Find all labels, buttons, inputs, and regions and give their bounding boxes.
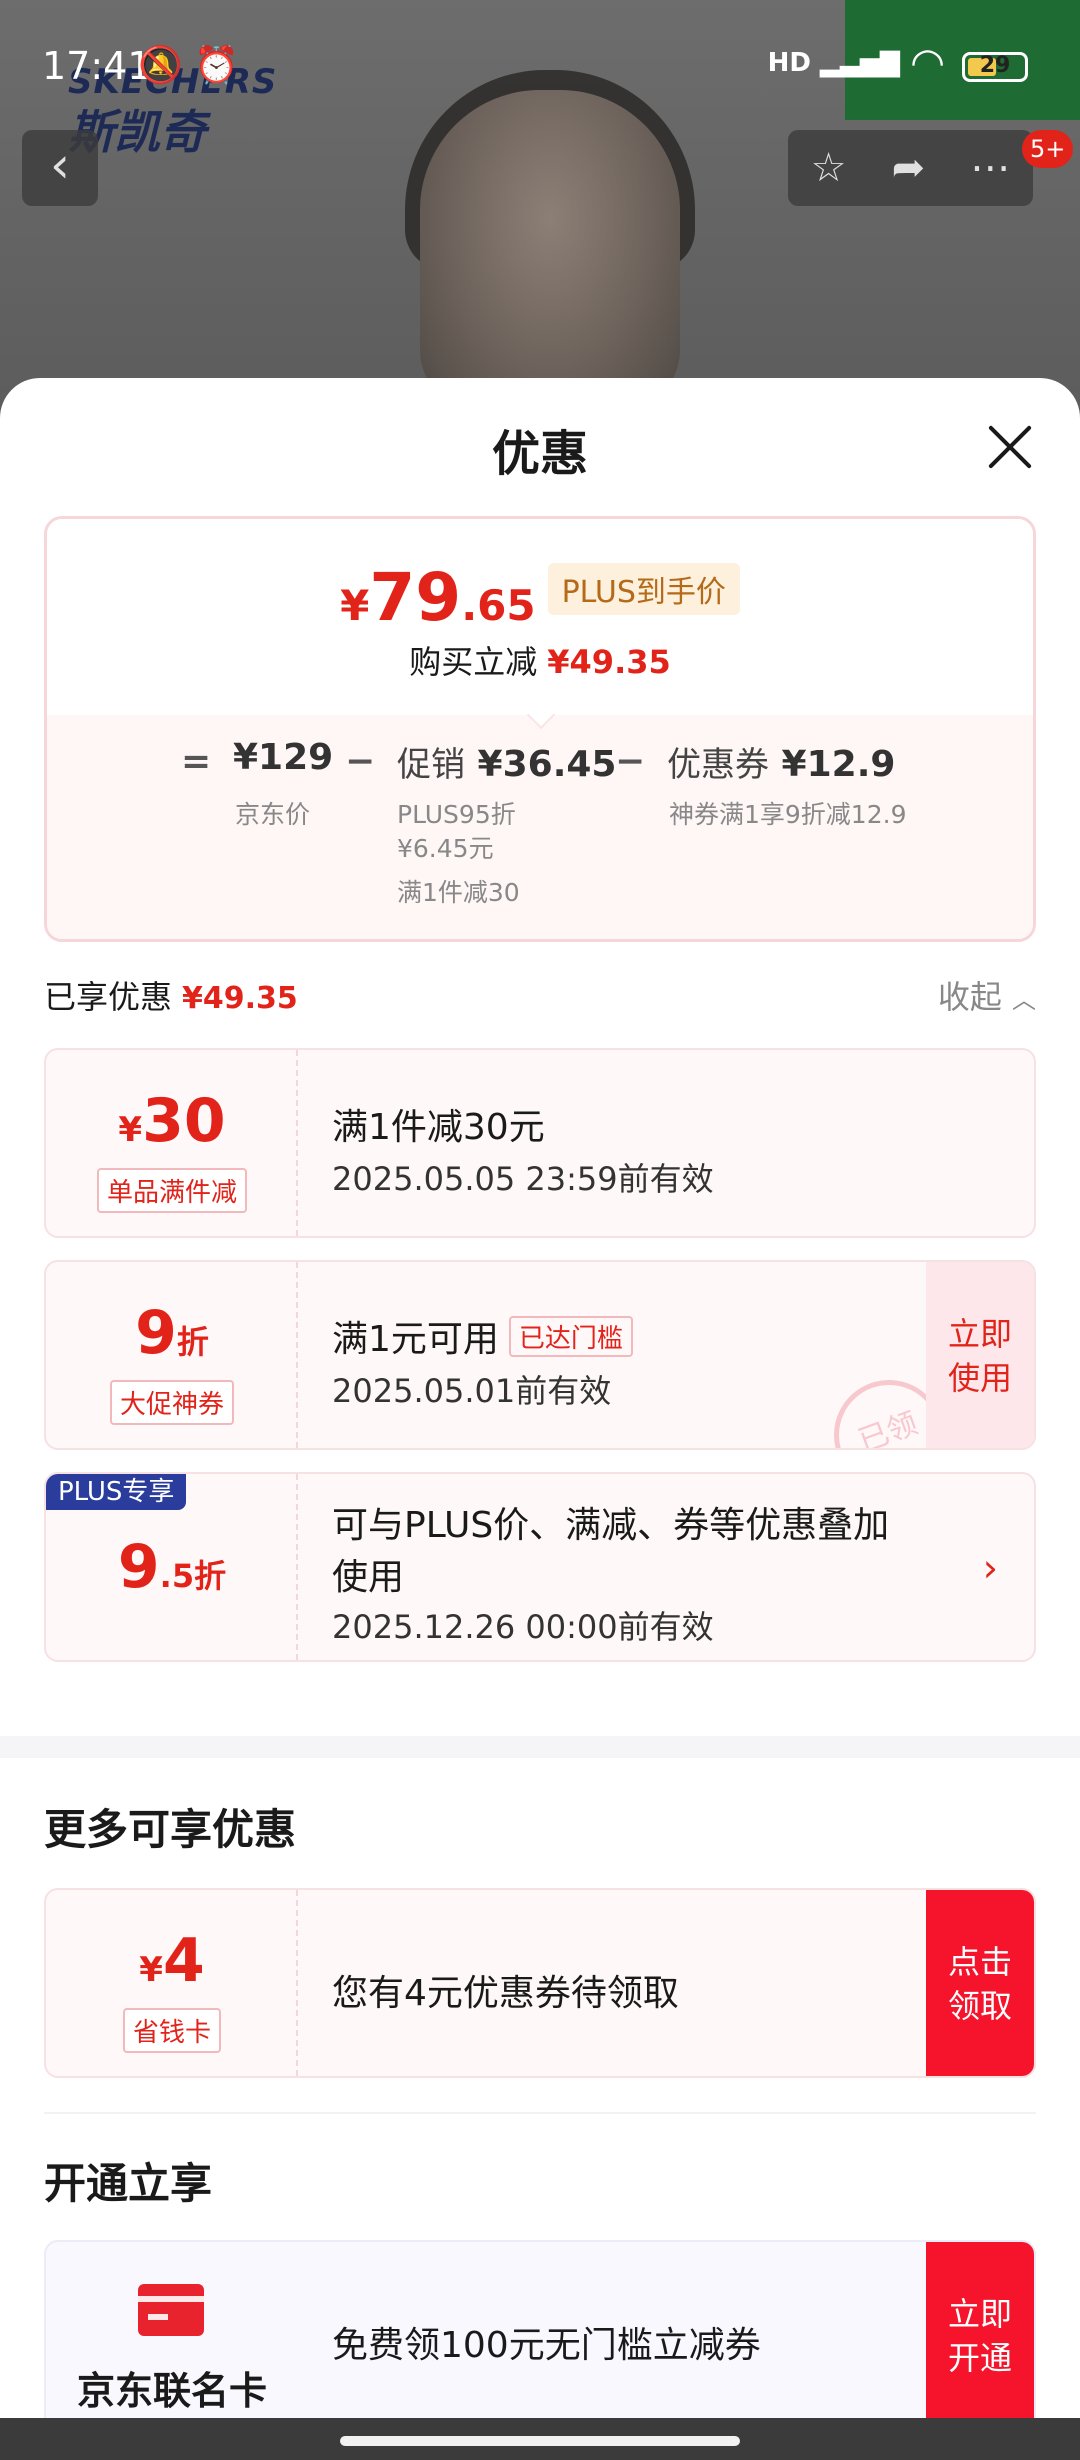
coupon-type-tag: 大促神券 [109,1380,235,1425]
divider [44,2112,1036,2114]
coupon-title-line1: 可与PLUS价、满减、券等优惠叠加 [332,1505,890,1546]
promo-value: 促销 ¥36.45 [397,744,617,785]
coupon-type-tag: 省钱卡 [122,2008,222,2053]
activate-button[interactable]: 立即 开通 [926,2242,1034,2438]
equals-sign: = [181,741,212,782]
promo-sub-full-reduce: 满1件减30 [397,878,520,907]
notification-badge: 5+ [1022,130,1074,168]
credit-card-icon [138,2284,204,2336]
coupon-date: 2025.05.01前有效 [332,1372,612,1410]
coupon-promo-super[interactable]: 9折 大促神券 满1元可用 已达门槛 2025.05.01前有效 已领 立即 使用 [44,1260,1036,1450]
threshold-reached-tag: 已达门槛 [508,1316,633,1357]
top-actions: ☆ ➦ ⋯ [788,130,1033,206]
alarm-icon: ⏰ [194,45,240,86]
coupon-value: 优惠券 ¥12.9 [667,744,896,785]
claim-button[interactable]: 点击 领取 [926,1890,1034,2076]
plus-exclusive-badge: PLUS专享 [46,1474,187,1510]
coupon-date: 2025.12.26 00:00前有效 [332,1608,714,1646]
more-icon[interactable]: ⋯ [970,145,1010,191]
coupon-value: ¥4 [139,1926,205,1996]
coupon-value: 9.5折 [117,1532,227,1602]
promo-sub-amount: ¥6.45元 [397,834,494,863]
coupon-title: 您有4元优惠券待领取 [332,1973,679,2014]
chevron-up-icon: ︿ [1012,986,1036,1014]
more-offers-title: 更多可享优惠 [44,1805,297,1854]
coupon-value: ¥30 [118,1086,226,1156]
mute-icon: 🔕 [138,45,183,86]
coupon-plus-exclusive[interactable]: PLUS专享 9.5折 可与PLUS价、满减、券等优惠叠加 使用 2025.12… [44,1472,1036,1662]
minus-sign: − [345,741,376,782]
battery-icon: 29 [962,52,1028,82]
enjoyed-discount: 已享优惠 ¥49.35 [44,978,298,1016]
sheet-title: 优惠 [491,426,588,482]
back-button[interactable]: ‹ [22,130,98,206]
minus-sign: − [615,741,646,782]
use-now-button[interactable]: 立即 使用 [926,1262,1034,1448]
card-name: 京东联名卡 [76,2369,267,2413]
coupon-date: 2025.05.05 23:59前有效 [332,1160,714,1198]
coupon-full-reduce[interactable]: ¥30 单品满件减 满1件减30元 2025.05.05 23:59前有效 [44,1048,1036,1238]
jd-cobrand-card-offer[interactable]: 京东联名卡 免费领100元无门槛立减券 立即 开通 [44,2240,1036,2440]
coupon-type-tag: 单品满件减 [96,1168,248,1213]
discount-sheet: 优惠 ¥79.65 PLUS到手价 购买立减 ¥49.35 = ¥129 京东价 −… [0,378,1080,2460]
section-divider [0,1736,1080,1758]
instant-reduce: 购买立减 ¥49.35 [409,643,671,681]
activate-section-title: 开通立享 [44,2159,213,2208]
coupon-title: 满1件减30元 [332,1107,545,1148]
chevron-right-icon[interactable]: › [983,1546,998,1590]
jd-price: ¥129 [233,737,334,778]
home-indicator[interactable] [340,2436,740,2446]
offer-title: 免费领100元无门槛立减券 [332,2325,761,2366]
coupon-sub: 神券满1享9折减12.9 [669,800,907,829]
promo-sub-plus: PLUS95折 [397,800,516,829]
jd-price-label: 京东价 [235,800,311,829]
model-image [420,90,680,410]
star-icon[interactable]: ☆ [811,145,847,191]
status-bar: 17:41 🔕 ⏰ HD ▂▃▅▇ ◠ 29 [0,0,1080,130]
coupon-title-line2: 使用 [332,1557,405,1598]
close-icon[interactable] [986,422,1034,470]
share-icon[interactable]: ➦ [892,145,926,191]
plus-price-tag: PLUS到手价 [547,563,740,615]
price-summary-card: ¥79.65 PLUS到手价 购买立减 ¥49.35 = ¥129 京东价 − 促销… [44,516,1036,942]
wifi-icon: ◠ [910,40,945,86]
coupon-value: 9折 [135,1298,209,1368]
collapse-button[interactable]: 收起 ︿ [938,972,1036,1018]
silent-alarm-icons: 🔕 ⏰ [138,44,240,86]
savings-card-coupon[interactable]: ¥4 省钱卡 您有4元优惠券待领取 点击 领取 [44,1888,1036,2078]
status-time: 17:41 [42,44,152,88]
final-price: ¥79.65 PLUS到手价 [47,559,1033,636]
signal-icon: HD ▂▃▅▇ [767,48,900,78]
coupon-title: 满1元可用 已达门槛 [332,1310,633,1362]
chevron-left-icon: ‹ [50,136,70,194]
